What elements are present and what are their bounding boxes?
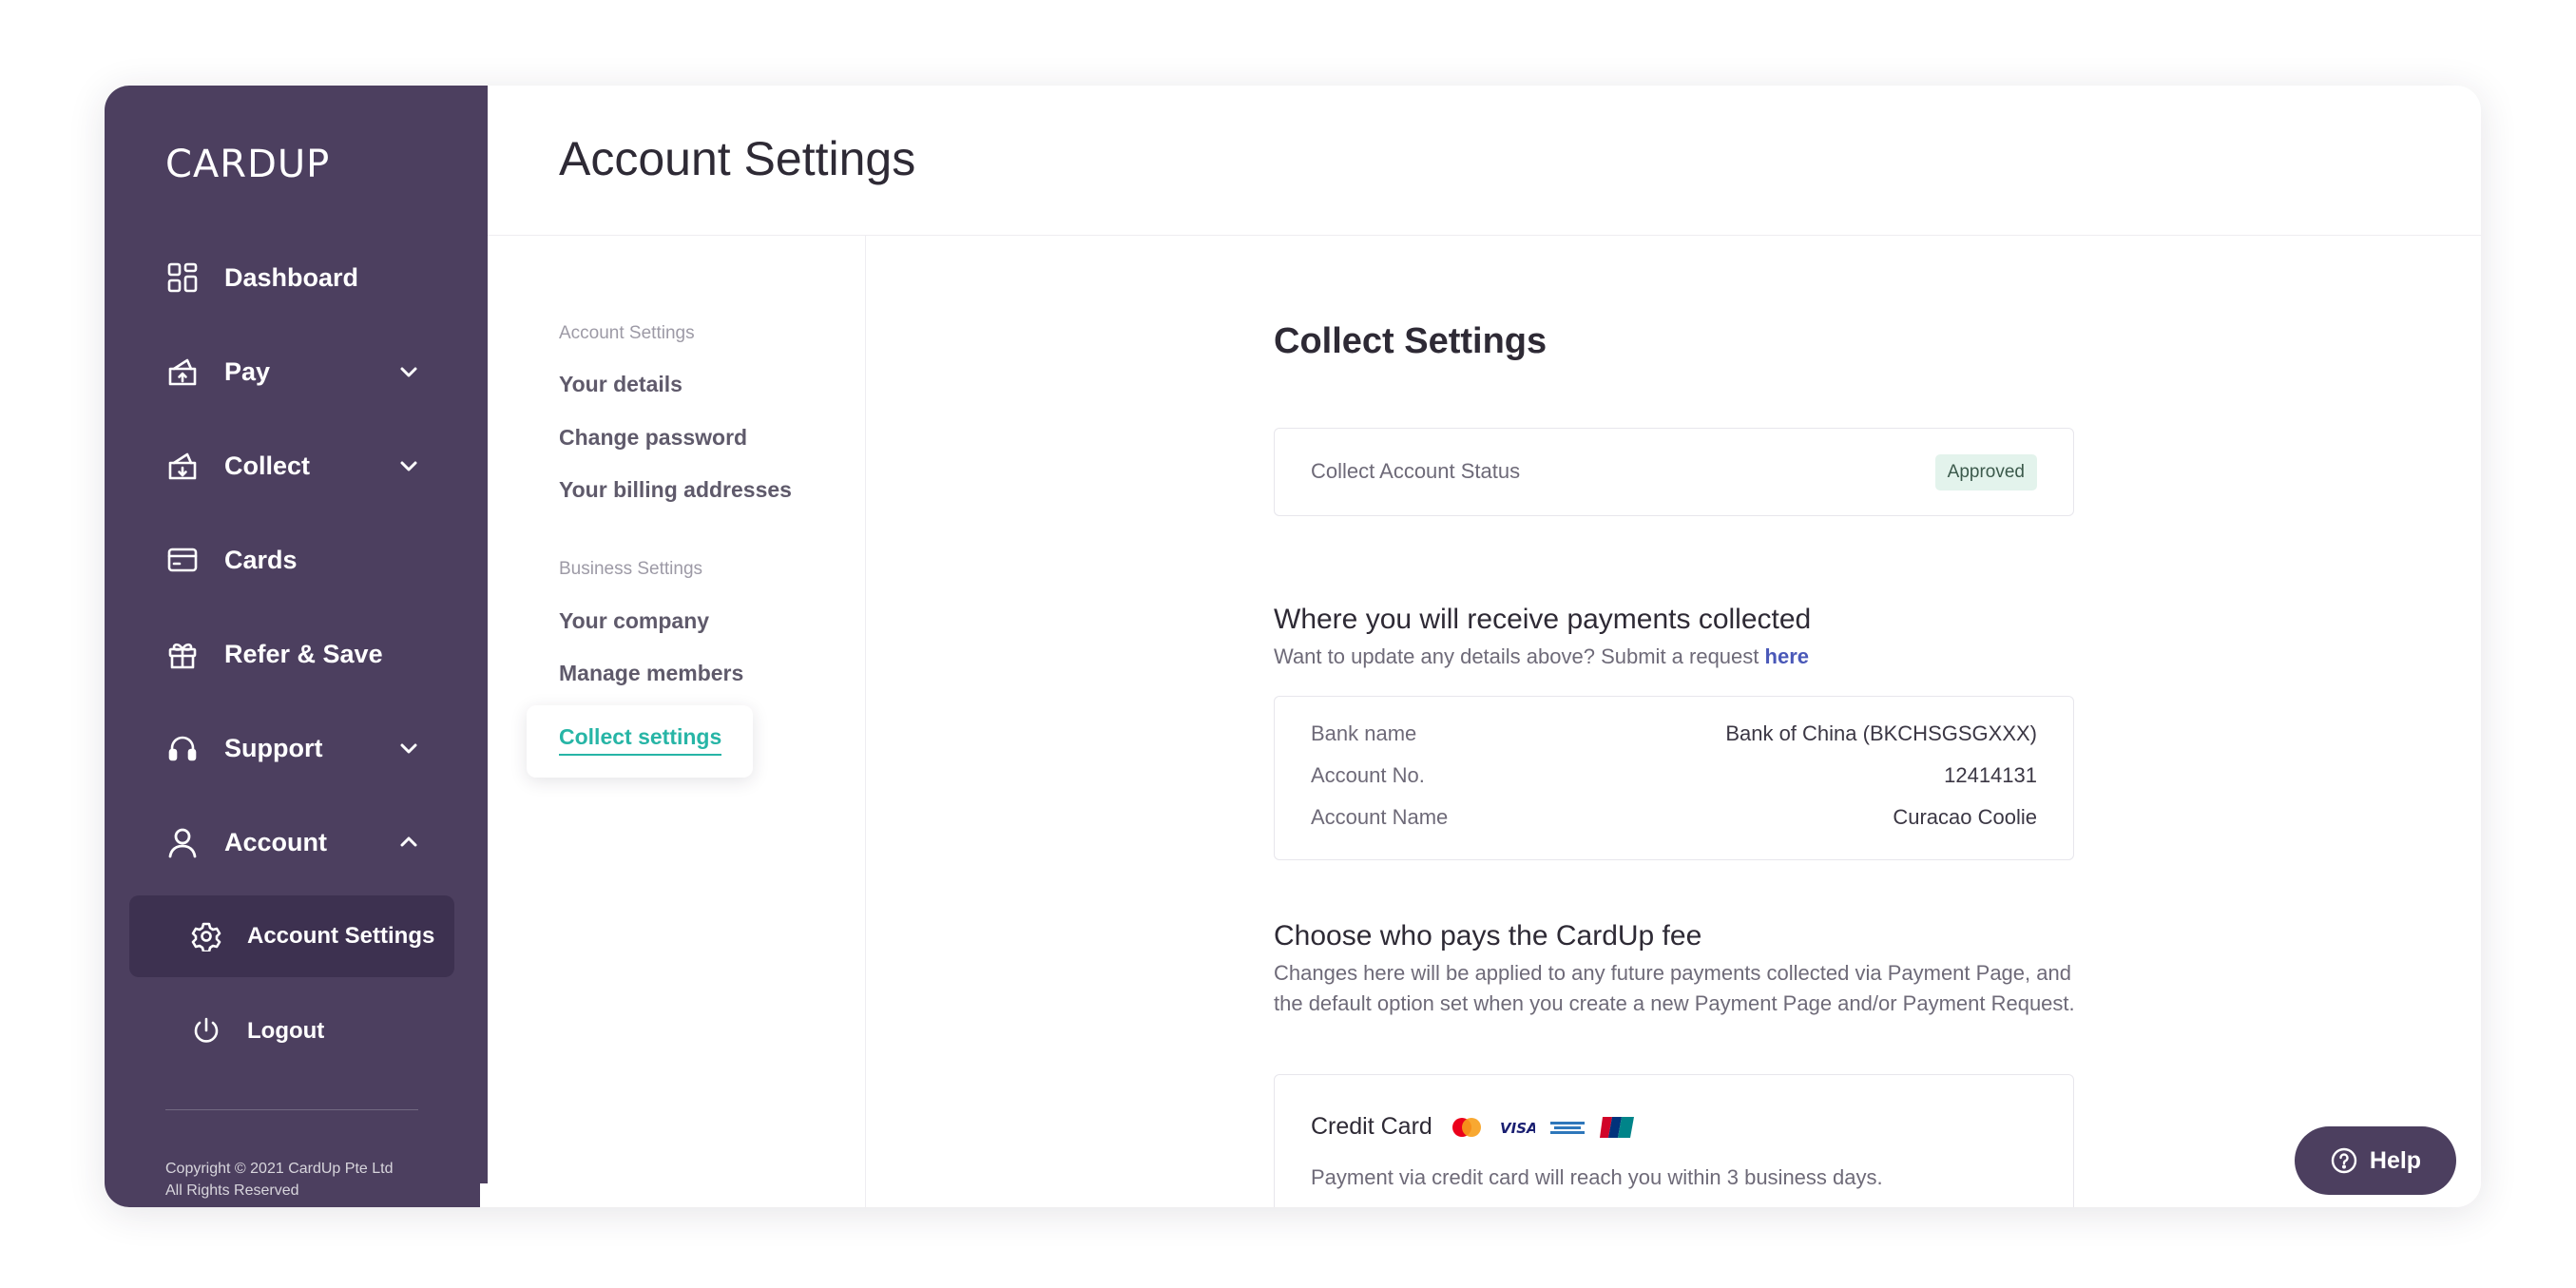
receive-section-title: Where you will receive payments collecte… — [1274, 604, 1812, 635]
collect-status-card: Collect Account Status Approved — [1274, 428, 2074, 516]
pay-icon — [165, 355, 200, 389]
receive-subtitle-text: Want to update any details above? Submit… — [1274, 644, 1765, 668]
sidebar-item-label: Collect — [224, 451, 311, 480]
sidebar-subitem-label: Logout — [247, 1018, 325, 1044]
sidebar: CARDUP Dashboard Pay Collect Cards Refer… — [105, 86, 480, 1207]
credit-card-title: Credit Card — [1311, 1113, 1432, 1140]
sidebar-item-label: Refer & Save — [224, 639, 383, 668]
bank-row-value: Curacao Coolie — [1893, 805, 2037, 829]
menu-link-change-password[interactable]: Change password — [559, 425, 747, 451]
menu-link-your-details[interactable]: Your details — [559, 372, 682, 397]
sidebar-item-refer-save[interactable]: Refer & Save — [165, 625, 422, 682]
sidebar-item-dashboard[interactable]: Dashboard — [165, 249, 422, 306]
receive-section-subtitle: Want to update any details above? Submit… — [1274, 642, 2082, 672]
help-label: Help — [2369, 1146, 2422, 1174]
request-update-link[interactable]: here — [1765, 644, 1809, 668]
sidebar-item-label: Dashboard — [224, 262, 359, 292]
status-badge: Approved — [1934, 454, 2037, 490]
collect-icon — [165, 449, 200, 483]
menu-group-business: Business Settings — [559, 559, 703, 579]
chevron-down-icon[interactable] — [395, 358, 422, 385]
menu-link-billing-addresses[interactable]: Your billing addresses — [559, 477, 792, 503]
sidebar-item-support[interactable]: Support — [165, 720, 422, 777]
collect-status-label: Collect Account Status — [1311, 459, 1521, 483]
headset-icon — [165, 731, 200, 765]
fee-section-description: Changes here will be applied to any futu… — [1274, 961, 2075, 1015]
question-circle-icon — [2330, 1146, 2358, 1175]
cardup-logo[interactable]: CARDUP — [165, 143, 330, 186]
bank-row-value: 12414131 — [1944, 763, 2037, 787]
visa-icon: VISA — [1499, 1120, 1535, 1135]
bank-row-name: Bank name Bank of China (BKCHSGSGXXX) — [1311, 721, 2037, 746]
sidebar-subitem-logout[interactable]: Logout — [129, 990, 454, 1072]
menu-group-account: Account Settings — [559, 323, 695, 343]
help-button[interactable]: Help — [2295, 1126, 2456, 1195]
menu-divider — [865, 236, 866, 1207]
menu-link-manage-members[interactable]: Manage members — [559, 661, 743, 686]
sidebar-subitem-account-settings[interactable]: Account Settings — [129, 895, 454, 977]
bank-row-value: Bank of China (BKCHSGSGXXX) — [1725, 721, 2037, 745]
card-icon — [165, 543, 200, 577]
sidebar-item-label: Cards — [224, 545, 298, 574]
bank-row-key: Account Name — [1311, 805, 1449, 829]
power-icon — [190, 1015, 222, 1048]
chevron-down-icon[interactable] — [395, 735, 422, 761]
card-network-logos: VISA — [1450, 1115, 1649, 1140]
amex-icon — [1549, 1119, 1585, 1136]
visa-icon-text: VISA — [1500, 1120, 1535, 1135]
credit-card-title-row: Credit Card VISA — [1311, 1113, 1649, 1141]
sidebar-item-pay[interactable]: Pay — [165, 343, 422, 400]
bank-row-account-no: Account No. 12414131 — [1311, 763, 2037, 788]
sidebar-item-label: Support — [224, 733, 323, 762]
unionpay-icon — [1599, 1115, 1634, 1140]
credit-card-description: Payment via credit card will reach you w… — [1311, 1165, 1883, 1189]
menu-link-collect-settings[interactable]: Collect settings — [559, 724, 722, 756]
dashboard-icon — [165, 260, 200, 295]
copyright-text: Copyright © 2021 CardUp Pte Ltd All Righ… — [165, 1161, 394, 1199]
sidebar-subitem-label: Account Settings — [247, 923, 435, 949]
content-title: Collect Settings — [1274, 321, 1548, 361]
sidebar-item-cards[interactable]: Cards — [165, 531, 422, 588]
sidebar-edge — [480, 86, 488, 1183]
app-window: CARDUP Dashboard Pay Collect Cards Refer… — [105, 86, 2481, 1207]
sidebar-divider — [165, 1109, 418, 1110]
sidebar-item-collect[interactable]: Collect — [165, 437, 422, 494]
gear-icon — [190, 920, 222, 952]
menu-link-your-company[interactable]: Your company — [559, 608, 709, 634]
sidebar-item-label: Pay — [224, 356, 271, 386]
sidebar-item-label: Account — [224, 827, 327, 856]
fee-section-title: Choose who pays the CardUp fee — [1274, 920, 1702, 952]
bank-row-account-name: Account Name Curacao Coolie — [1311, 805, 2037, 830]
gift-icon — [165, 637, 200, 671]
mastercard-icon — [1450, 1116, 1484, 1139]
credit-card-option[interactable]: Credit Card VISA Payment via credit card… — [1274, 1074, 2074, 1207]
chevron-down-icon[interactable] — [395, 452, 422, 479]
menu-active-card: Collect settings — [527, 705, 753, 778]
bank-row-key: Account No. — [1311, 763, 1425, 787]
bank-details-card: Bank name Bank of China (BKCHSGSGXXX) Ac… — [1274, 696, 2074, 860]
header-divider — [488, 235, 2481, 236]
chevron-up-icon[interactable] — [395, 829, 422, 855]
bank-row-key: Bank name — [1311, 721, 1417, 745]
user-icon — [165, 825, 200, 859]
page-title: Account Settings — [559, 132, 916, 185]
sidebar-item-account[interactable]: Account — [165, 814, 422, 871]
